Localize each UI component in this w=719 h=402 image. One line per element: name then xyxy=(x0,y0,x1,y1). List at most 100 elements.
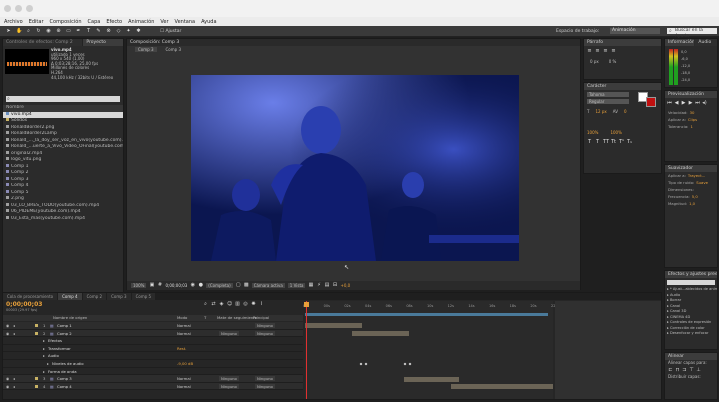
puppet-tool-icon[interactable]: ✱ xyxy=(136,28,141,34)
composition-viewer[interactable] xyxy=(191,75,519,261)
superscript-icon[interactable]: T¹ xyxy=(619,140,624,145)
zoom-window-button[interactable] xyxy=(26,5,33,12)
keyframe-icon[interactable] xyxy=(359,362,362,365)
expand-arrow-icon[interactable]: ▸ xyxy=(47,360,49,368)
tab-smoother[interactable]: Suavizador xyxy=(665,165,717,172)
hand-tool-icon[interactable]: ✋ xyxy=(16,28,22,34)
pan-behind-tool-icon[interactable]: ⊕ xyxy=(56,28,61,34)
eraser-tool-icon[interactable]: ◇ xyxy=(116,28,121,34)
playhead[interactable] xyxy=(306,301,307,399)
horizontal-scale-value[interactable]: 100% xyxy=(610,130,621,135)
play-icon[interactable]: ▶ xyxy=(681,101,686,106)
audio-speaker-icon[interactable]: ◂ xyxy=(13,330,15,338)
expand-arrow-icon[interactable]: ▸ xyxy=(43,352,45,360)
region-icon[interactable]: ▢ xyxy=(236,283,241,288)
rectangle-tool-icon[interactable]: ▭ xyxy=(66,28,71,34)
tab-composition[interactable]: Composición: Comp 3 xyxy=(127,39,580,46)
expand-arrow-icon[interactable]: ▸ xyxy=(43,345,45,353)
faux-bold-icon[interactable]: T xyxy=(587,140,592,145)
layer-mode[interactable]: Normal xyxy=(177,322,191,330)
align-center-icon[interactable]: ≡ xyxy=(595,49,600,54)
timeline-layer-row[interactable]: ▸ Forma de onda xyxy=(3,367,303,376)
justify-icon[interactable]: ≡ xyxy=(611,49,616,54)
layer-duration-bar[interactable] xyxy=(404,376,459,382)
effects-category[interactable]: ▸ Controles de expresión xyxy=(665,320,717,326)
font-size-value[interactable]: 12 px xyxy=(595,109,606,114)
tab-effect-controls[interactable]: Controles de efectos: Comp 2 xyxy=(3,39,83,46)
brainstorm-icon[interactable]: ✺ xyxy=(251,302,256,307)
visibility-eye-icon[interactable]: ◉ xyxy=(6,383,9,391)
col-t[interactable]: T xyxy=(204,315,206,321)
project-list-item[interactable]: 03_Esta_mas(youtube.com).mp4 xyxy=(3,215,123,223)
transparency-grid-icon[interactable]: ▩ xyxy=(244,283,249,288)
color-channel-icon[interactable]: ● xyxy=(198,283,203,288)
effects-category[interactable]: ▸ * Ajust...ablecidos de animación xyxy=(665,287,717,293)
timeline-timecode[interactable]: 0;00;00;03 xyxy=(6,301,42,308)
comp-subtab-1[interactable]: Comp 3 xyxy=(135,46,157,52)
motion-blur-icon[interactable]: ◎ xyxy=(243,302,248,307)
indent-left-value[interactable]: 0 px xyxy=(590,59,599,64)
align-right-edges-icon[interactable]: ⊐ xyxy=(682,367,687,373)
next-frame-icon[interactable]: ▶ xyxy=(688,101,693,106)
tab-character[interactable]: Carácter xyxy=(584,83,661,90)
vertical-scale-value[interactable]: 100% xyxy=(587,130,598,135)
align-hcenter-icon[interactable]: ⊓ xyxy=(675,367,680,373)
timeline-layer-row[interactable]: ◉ ◂ 2 ▦ Comp 2 Normal Ninguno Ninguno xyxy=(3,329,303,338)
exposure-value[interactable]: +0,0 xyxy=(340,283,350,288)
menu-item-2[interactable]: Composición xyxy=(50,19,82,25)
safe-zones-icon[interactable]: ▣ xyxy=(149,283,155,288)
small-caps-icon[interactable]: Tt xyxy=(611,140,616,145)
subscript-icon[interactable]: T₁ xyxy=(627,140,632,145)
effects-search-input[interactable] xyxy=(667,280,715,285)
font-family-select[interactable]: Tahoma xyxy=(587,92,629,97)
timeline-layer-row[interactable]: ▸ Audio xyxy=(3,352,303,360)
col-source-name[interactable]: Nombre de origen xyxy=(53,315,87,321)
layer-track-matte[interactable]: Ninguno xyxy=(219,330,239,336)
shy-layers-icon[interactable]: ☺ xyxy=(227,302,232,307)
field-value[interactable]: 5,0 xyxy=(692,194,698,199)
project-search-input[interactable]: ⌕ xyxy=(6,96,120,102)
menu-item-4[interactable]: Efecto xyxy=(106,19,122,25)
expand-arrow-icon[interactable]: ▸ xyxy=(43,368,45,376)
clone-tool-icon[interactable]: ⊗ xyxy=(106,28,111,34)
close-window-button[interactable] xyxy=(4,5,11,12)
audio-speaker-icon[interactable]: ◂ xyxy=(13,375,15,383)
layer-track-matte[interactable]: Ninguno xyxy=(219,383,239,389)
zoom-tool-icon[interactable]: ⌕ xyxy=(26,28,31,34)
tab-effects-presets[interactable]: Efectos y ajustes preestablecidos xyxy=(665,271,717,278)
stroke-color-swatch[interactable] xyxy=(646,97,656,107)
tab-audio[interactable]: Audio xyxy=(695,39,717,46)
layer-duration-bar[interactable] xyxy=(451,384,553,390)
layer-duration-bar[interactable] xyxy=(352,330,410,336)
faux-italic-icon[interactable]: T xyxy=(595,140,600,145)
playhead-handle-icon[interactable] xyxy=(304,302,309,307)
layer-parent[interactable]: Ninguno xyxy=(255,383,275,389)
previous-frame-icon[interactable]: ◀ xyxy=(674,101,679,106)
snapshot-icon[interactable]: ◉ xyxy=(190,283,195,288)
timeline-tab[interactable]: Cola de procesamiento xyxy=(3,293,58,300)
align-left-edges-icon[interactable]: ⊏ xyxy=(668,367,673,373)
resolution-select[interactable]: (Completa) xyxy=(206,283,233,288)
timeline-tab[interactable]: Comp 3 xyxy=(107,293,131,300)
align-left-icon[interactable]: ≡ xyxy=(587,49,592,54)
layer-track-matte[interactable]: Ninguno xyxy=(219,376,239,382)
layer-mode[interactable]: Normal xyxy=(177,383,191,391)
font-style-select[interactable]: Regular xyxy=(587,99,629,104)
draft-3d-icon[interactable]: ◈ xyxy=(219,302,224,307)
tab-paragraph[interactable]: Párrafo xyxy=(584,39,661,46)
align-right-icon[interactable]: ≡ xyxy=(603,49,608,54)
visibility-eye-icon[interactable]: ◉ xyxy=(6,322,9,330)
layer-parent[interactable]: Ninguno xyxy=(255,330,275,336)
layer-parent[interactable]: Ninguno xyxy=(255,323,275,328)
col-track-matte[interactable]: Mate de seguimiento xyxy=(217,315,257,321)
layer-mode[interactable]: -9,00 dB xyxy=(177,360,193,368)
field-value[interactable]: Trayect... xyxy=(688,173,705,178)
help-search-input[interactable]: Buscar en la Ayuda xyxy=(667,28,717,39)
search-icon[interactable]: ⌕ xyxy=(203,302,208,307)
field-value[interactable]: Suave xyxy=(696,180,708,185)
keyframe-icon[interactable] xyxy=(403,362,407,365)
last-frame-icon[interactable]: ⏭ xyxy=(695,101,700,106)
align-vcenter-icon[interactable]: ⊥ xyxy=(696,367,701,373)
comp-timecode[interactable]: 0;00;00;03 xyxy=(165,283,187,288)
flowchart-icon[interactable]: ⊟ xyxy=(332,283,337,288)
